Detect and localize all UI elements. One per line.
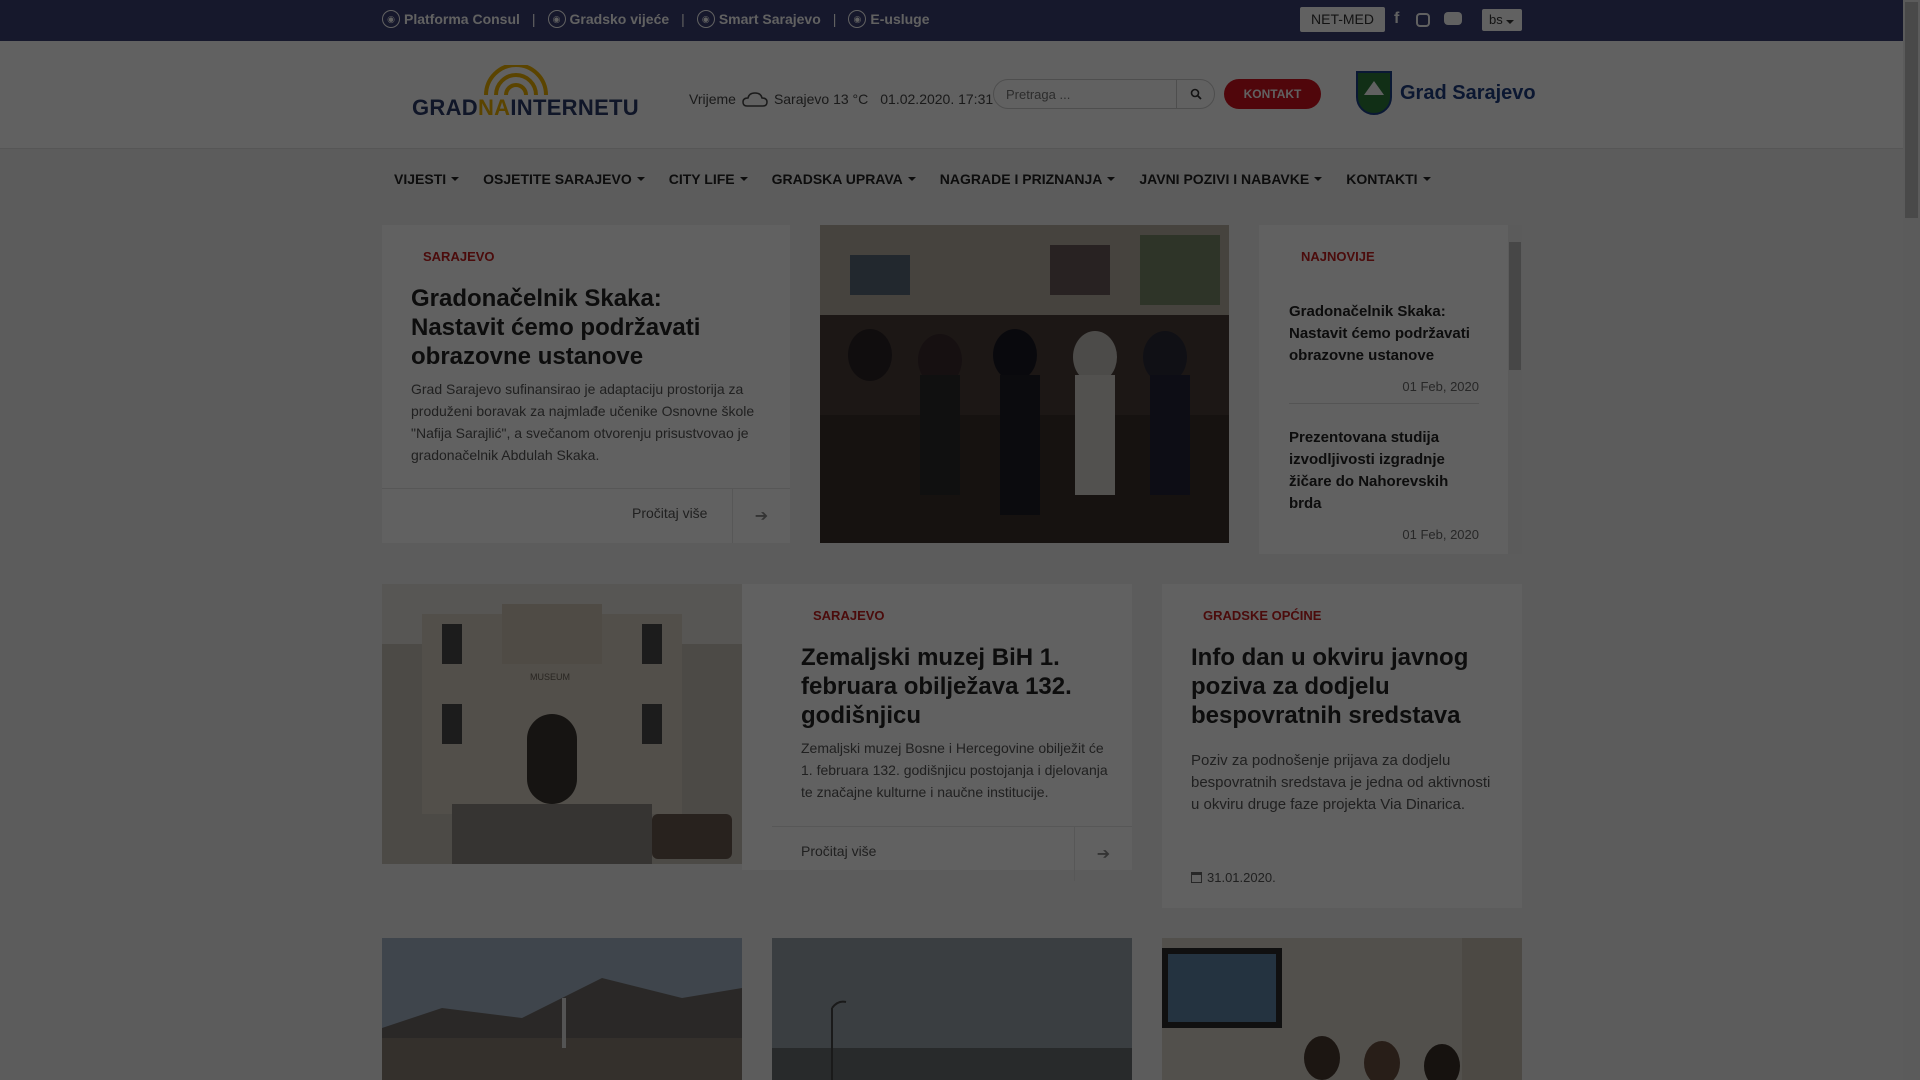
top-link-council[interactable]: ◉ Gradsko vijeće — [547, 10, 669, 28]
search-button[interactable] — [1176, 80, 1214, 108]
caret-down-icon — [1422, 177, 1431, 181]
top-link-consul[interactable]: ◉ Platforma Consul — [382, 10, 520, 28]
wifi-logo-icon — [484, 65, 548, 96]
logo-wordmark: GRADNAINTERNETU — [412, 95, 639, 120]
facebook-icon[interactable]: f — [1394, 10, 1399, 28]
article-title[interactable]: Info dan u okviru javnog poziva za dodje… — [1191, 644, 1511, 730]
kontakt-button[interactable]: KONTAKT — [1224, 79, 1321, 109]
caret-down-icon — [907, 177, 916, 181]
info-article-card: GRADSKE OPĆINE Info dan u okviru javnog … — [1162, 584, 1522, 908]
caret-down-icon — [739, 177, 748, 181]
search-input[interactable] — [1006, 85, 1166, 103]
cloud-sun-icon — [742, 92, 768, 107]
site-logo[interactable]: GRADNAINTERNETU — [412, 65, 639, 129]
smart-icon: ◉ — [696, 10, 715, 28]
latest-news-title[interactable]: Gradonačelnik Skaka: Nastavit ćemo podrž… — [1289, 301, 1479, 367]
road-sky-photo — [772, 938, 1132, 1080]
city-panorama-photo — [382, 938, 742, 1080]
classroom-photo — [820, 225, 1229, 543]
museum-sign: MUSEUM — [530, 672, 570, 682]
article-excerpt: Zemaljski muzej Bosne i Hercegovine obil… — [801, 740, 1108, 800]
consul-icon: ◉ — [382, 10, 400, 28]
latest-news-title[interactable]: Prezentovana studija izvodljivosti izgra… — [1289, 427, 1479, 515]
read-more-link[interactable]: Pročitaj više — [632, 505, 707, 521]
search-box — [993, 79, 1215, 109]
nav-item-kontakti[interactable]: KONTAKTI — [1334, 161, 1442, 197]
grad-sarajevo-logo[interactable]: Grad Sarajevo — [1356, 71, 1536, 115]
article-image[interactable] — [772, 938, 1132, 1080]
instagram-icon[interactable] — [1416, 13, 1430, 27]
museum-photo: MUSEUM — [382, 584, 742, 864]
main-nav: VIJESTI OSJETITE SARAJEVO CITY LIFE GRAD… — [382, 161, 1443, 197]
meeting-room-photo — [1162, 938, 1522, 1080]
top-utility-bar: ◉ Platforma Consul | ◉ Gradsko vijeće | ◉ S… — [0, 0, 1920, 41]
latest-news-heading: NAJNOVIJE — [1301, 249, 1375, 264]
article-category[interactable]: SARAJEVO — [813, 608, 885, 623]
read-more-row: Pročitaj više ➔ — [772, 826, 1132, 881]
arrow-right-icon[interactable]: ➔ — [1074, 827, 1132, 881]
coat-of-arms-icon — [1356, 71, 1392, 115]
arrow-right-icon[interactable]: ➔ — [732, 489, 790, 543]
article-image[interactable] — [1162, 938, 1522, 1080]
youtube-icon[interactable] — [1444, 12, 1462, 25]
divider — [1289, 403, 1479, 404]
latest-news-item[interactable]: Gradonačelnik Skaka: Nastavit ćemo podrž… — [1289, 301, 1479, 394]
top-links: ◉ Platforma Consul | ◉ Gradsko vijeće | ◉ S… — [382, 10, 930, 28]
article-image[interactable] — [382, 938, 742, 1080]
top-link-smart[interactable]: ◉ Smart Sarajevo — [696, 10, 821, 28]
nav-item-city-life[interactable]: CITY LIFE — [657, 161, 760, 197]
chevron-down-icon — [1506, 20, 1515, 24]
nav-item-javni-pozivi[interactable]: JAVNI POZIVI I NABAVKE — [1127, 161, 1334, 197]
latest-news-date: 01 Feb, 2020 — [1402, 527, 1479, 542]
article-title[interactable]: Zemaljski muzej BiH 1. februara obilježa… — [801, 644, 1101, 730]
separator: | — [681, 11, 685, 27]
article-excerpt: Grad Sarajevo sufinansirao je adaptaciju… — [411, 381, 755, 463]
article-title[interactable]: Gradonačelnik Skaka: Nastavit ćemo podrž… — [411, 285, 751, 371]
council-icon: ◉ — [547, 10, 566, 28]
latest-news-scroll-thumb[interactable] — [1509, 242, 1521, 370]
netmed-button[interactable]: NET-MED — [1300, 7, 1385, 32]
caret-down-icon — [451, 177, 460, 181]
separator: | — [531, 11, 536, 27]
featured-article-image[interactable] — [820, 225, 1229, 543]
page: ◉ Platforma Consul | ◉ Gradsko vijeće | ◉ S… — [0, 0, 1920, 1080]
read-more-row: Pročitaj više ➔ — [382, 488, 790, 543]
nav-item-gradska-uprava[interactable]: GRADSKA UPRAVA — [760, 161, 928, 197]
weather-widget: Vrijeme Sarajevo 13 °C 01.02.2020. 17:31 — [689, 91, 994, 107]
caret-down-icon — [1314, 177, 1323, 181]
museum-article-card: SARAJEVO Zemaljski muzej BiH 1. februara… — [742, 584, 1132, 881]
museum-article-image[interactable]: MUSEUM — [382, 584, 742, 864]
nav-item-vijesti[interactable]: VIJESTI — [382, 161, 471, 197]
search-icon — [1190, 88, 1202, 100]
separator: | — [832, 11, 837, 27]
language-select[interactable]: bs — [1482, 9, 1522, 31]
calendar-icon — [1191, 872, 1202, 883]
nav-item-osjetite[interactable]: OSJETITE SARAJEVO — [471, 161, 657, 197]
top-link-eservices[interactable]: ◉ E-usluge — [848, 10, 930, 28]
featured-article-card: SARAJEVO Gradonačelnik Skaka: Nastavit ć… — [382, 225, 790, 543]
caret-down-icon — [636, 177, 645, 181]
article-category[interactable]: GRADSKE OPĆINE — [1203, 608, 1321, 623]
article-excerpt: Poziv za podnošenje prijava za dodjelu b… — [1191, 752, 1491, 813]
site-header: GRADNAINTERNETU Vrijeme Sarajevo 13 °C 0… — [0, 41, 1920, 149]
eservices-icon: ◉ — [848, 10, 867, 28]
nav-item-nagrade[interactable]: NAGRADE I PRIZNANJA — [928, 161, 1128, 197]
read-more-link[interactable]: Pročitaj više — [801, 843, 876, 859]
latest-news-date: 01 Feb, 2020 — [1402, 379, 1479, 394]
latest-news-panel: NAJNOVIJE Gradonačelnik Skaka: Nastavit … — [1259, 225, 1522, 554]
article-category[interactable]: SARAJEVO — [423, 249, 495, 264]
caret-down-icon — [1107, 177, 1116, 181]
article-date: 31.01.2020. — [1191, 870, 1276, 885]
page-scroll-thumb[interactable] — [1905, 2, 1918, 218]
latest-news-item[interactable]: Prezentovana studija izvodljivosti izgra… — [1289, 427, 1479, 542]
